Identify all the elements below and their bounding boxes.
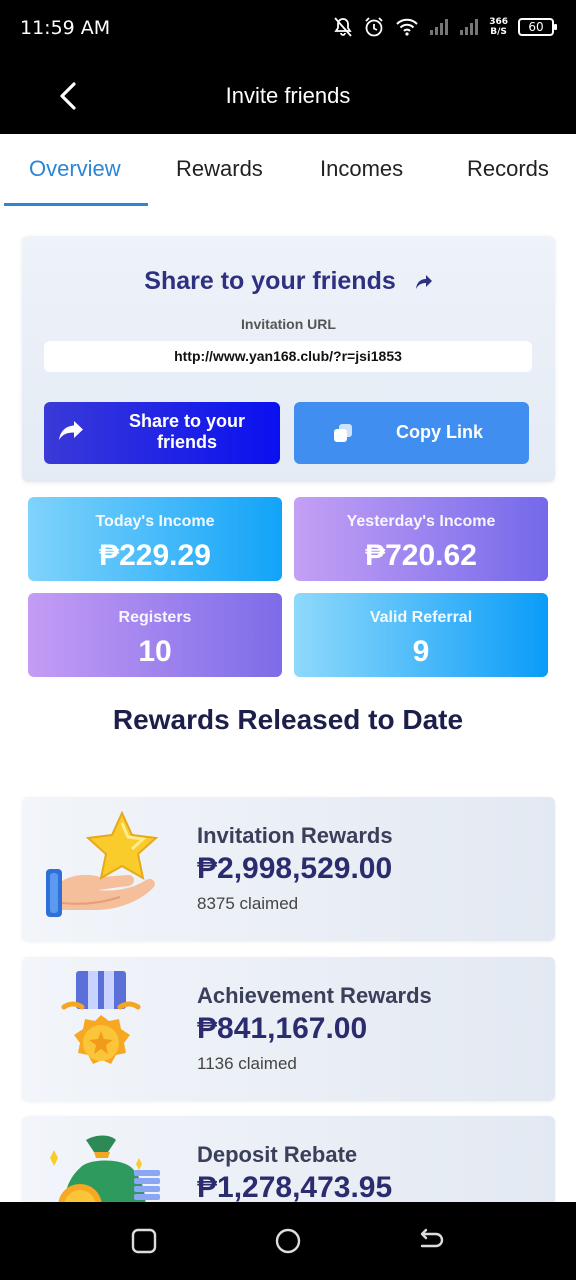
- copy-link-button[interactable]: Copy Link: [294, 402, 529, 464]
- invitation-url-label: Invitation URL: [241, 316, 336, 332]
- share-arrow-icon: [415, 275, 432, 290]
- tab-bar: Overview Rewards Incomes Records: [0, 134, 576, 208]
- reward-amount: ₱841,167.00: [197, 1012, 368, 1045]
- todays-income-label: Today's Income: [95, 513, 215, 530]
- registers-card: Registers 10: [28, 593, 282, 677]
- rewards-heading: Rewards Released to Date: [112, 704, 464, 735]
- copy-icon: [334, 424, 352, 442]
- system-nav-bar: [0, 1202, 576, 1280]
- battery-indicator: 60: [518, 18, 557, 36]
- app-header: Invite friends: [0, 58, 576, 134]
- signal-icon: [430, 19, 449, 35]
- reward-name: Deposit Rebate: [197, 1142, 358, 1167]
- registers-value: 10: [138, 635, 172, 668]
- network-speed: 366 B/S: [489, 17, 508, 37]
- yesterdays-income-label: Yesterday's Income: [346, 513, 496, 530]
- reward-card-invitation: Invitation Rewards ₱2,998,529.00 8375 cl…: [22, 797, 555, 941]
- reward-claimed: 8375 claimed: [197, 894, 299, 913]
- tab-incomes[interactable]: Incomes: [320, 156, 403, 182]
- wifi-icon: [396, 18, 418, 36]
- alarm-icon: [365, 17, 383, 37]
- medal-icon: [61, 971, 141, 1064]
- yesterdays-income-value: ₱720.62: [365, 539, 477, 572]
- tab-rewards[interactable]: Rewards: [176, 156, 263, 182]
- todays-income-value: ₱229.29: [99, 539, 211, 572]
- reward-card-achievement: Achievement Rewards ₱841,167.00 1136 cla…: [22, 957, 555, 1101]
- invitation-url-field[interactable]: http://www.yan168.club/?r=jsi1853: [44, 341, 532, 372]
- reward-amount: ₱1,278,473.95: [197, 1171, 393, 1204]
- back-nav-icon[interactable]: [416, 1226, 446, 1256]
- tab-records[interactable]: Records: [467, 156, 549, 182]
- share-title: Share to your friends: [22, 267, 555, 296]
- valid-referral-card: Valid Referral 9: [294, 593, 548, 677]
- status-time: 11:59 AM: [20, 17, 111, 39]
- reward-amount: ₱2,998,529.00: [197, 852, 393, 885]
- yesterdays-income-card: Yesterday's Income ₱720.62: [294, 497, 548, 581]
- status-icons: 366 B/S 60: [333, 16, 557, 38]
- registers-label: Registers: [118, 609, 192, 626]
- copy-link-label: Copy Link: [396, 422, 484, 442]
- status-bar: 11:59 AM 366 B/S 60: [0, 0, 576, 58]
- reward-name: Achievement Rewards: [197, 983, 432, 1008]
- active-tab-indicator: [4, 203, 148, 206]
- share-arrow-icon: [59, 421, 83, 440]
- share-button-label: Share to your friends: [128, 411, 246, 452]
- hand-star-icon: [46, 811, 159, 917]
- mute-icon: [334, 17, 352, 37]
- signal-icon-2: [460, 19, 479, 35]
- page-title: Invite friends: [225, 83, 351, 108]
- share-button[interactable]: Share to your friends: [44, 402, 280, 464]
- todays-income-card: Today's Income ₱229.29: [28, 497, 282, 581]
- tab-overview[interactable]: Overview: [29, 156, 121, 182]
- recent-apps-icon[interactable]: [129, 1226, 159, 1256]
- reward-name: Invitation Rewards: [197, 823, 393, 848]
- valid-referral-label: Valid Referral: [369, 609, 473, 626]
- valid-referral-value: 9: [412, 635, 430, 668]
- home-icon[interactable]: [273, 1226, 303, 1256]
- reward-claimed: 1136 claimed: [197, 1054, 297, 1073]
- share-card: Share to your friends Invitation URL htt…: [22, 236, 555, 482]
